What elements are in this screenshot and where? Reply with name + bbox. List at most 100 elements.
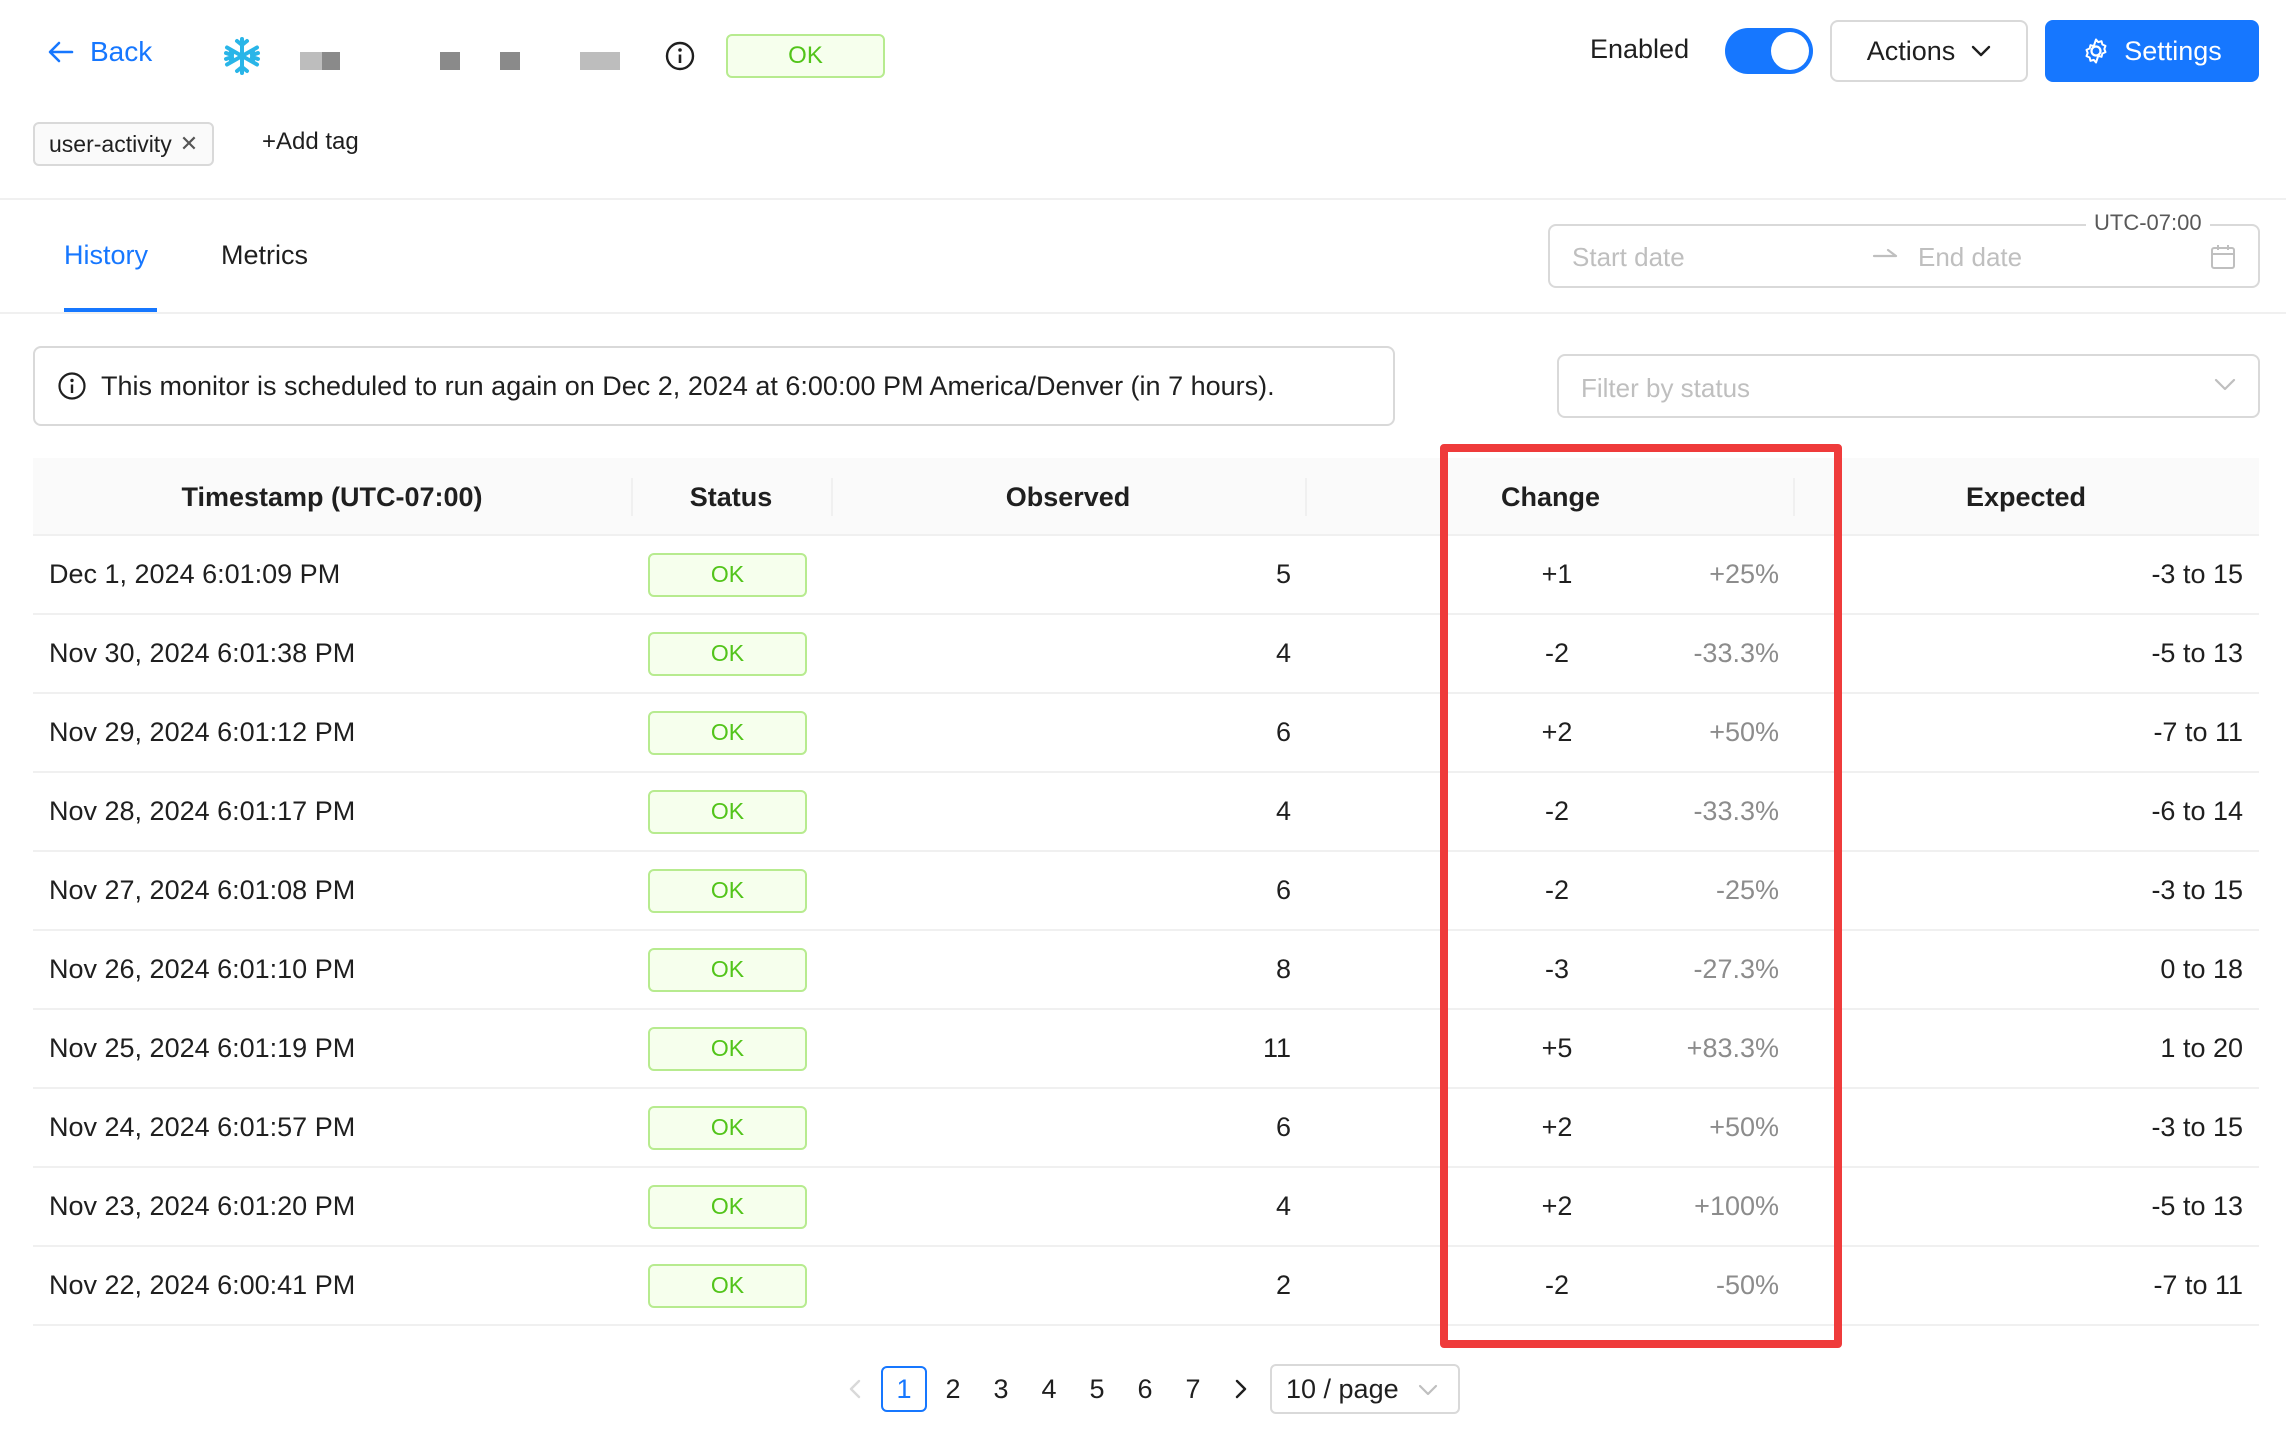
redacted-text bbox=[440, 52, 460, 70]
chevron-down-icon bbox=[1972, 45, 1991, 57]
tab-metrics[interactable]: Metrics bbox=[221, 240, 308, 271]
info-circle-icon bbox=[58, 372, 86, 400]
cell-status: OK bbox=[648, 615, 807, 692]
cell-change-percent: +50% bbox=[1709, 717, 1779, 747]
cell-change-percent: +50% bbox=[1709, 1112, 1779, 1142]
cell-timestamp: Nov 28, 2024 6:01:17 PM bbox=[49, 796, 356, 826]
cell-change-percent: -33.3% bbox=[1693, 638, 1779, 668]
cell-expected: 0 to 18 bbox=[2160, 954, 2243, 984]
cell-status: OK bbox=[648, 694, 807, 771]
cell-status: OK bbox=[648, 1168, 807, 1245]
tabs-divider bbox=[0, 312, 2286, 314]
status-badge: OK bbox=[648, 552, 807, 597]
filter-placeholder: Filter by status bbox=[1581, 373, 1751, 403]
status-filter-select[interactable]: Filter by status bbox=[1557, 354, 2260, 418]
tag-label: user-activity bbox=[49, 130, 172, 157]
cell-timestamp: Nov 26, 2024 6:01:10 PM bbox=[49, 954, 356, 984]
cell-expected: -3 to 15 bbox=[2151, 1112, 2243, 1142]
redacted-text bbox=[580, 52, 620, 70]
status-badge: OK bbox=[648, 631, 807, 676]
pagination-page[interactable]: 1 bbox=[881, 1366, 927, 1412]
pagination-page[interactable]: 7 bbox=[1180, 1366, 1206, 1412]
arrow-right-icon bbox=[1872, 248, 1898, 258]
redacted-text bbox=[322, 52, 340, 70]
pagination-next-icon[interactable] bbox=[1230, 1366, 1252, 1412]
cell-change-percent: +25% bbox=[1709, 559, 1779, 589]
cell-change: -2 bbox=[1544, 638, 1569, 668]
notice-text: This monitor is scheduled to run again o… bbox=[101, 370, 1275, 401]
settings-button[interactable]: Settings bbox=[2045, 20, 2259, 82]
pagination-prev-icon[interactable] bbox=[844, 1366, 866, 1412]
enabled-label: Enabled bbox=[1590, 34, 1690, 64]
cell-change-percent: -25% bbox=[1715, 875, 1779, 905]
table-row: Nov 30, 2024 6:01:38 PM OK 4 -2 -33.3% -… bbox=[33, 615, 2259, 694]
pagination-page[interactable]: 4 bbox=[1036, 1366, 1062, 1412]
cell-change: +2 bbox=[1541, 1112, 1573, 1142]
end-date-input[interactable]: End date bbox=[1918, 242, 2022, 273]
table-row: Nov 25, 2024 6:01:19 PM OK 11 +5 +83.3% … bbox=[33, 1010, 2259, 1089]
cell-status: OK bbox=[648, 1089, 807, 1166]
back-button[interactable]: Back bbox=[48, 36, 152, 68]
cell-status: OK bbox=[648, 1247, 807, 1324]
back-label: Back bbox=[90, 36, 153, 67]
tag-user-activity: user-activity ✕ bbox=[33, 122, 215, 166]
column-header-timestamp: Timestamp (UTC-07:00) bbox=[181, 481, 483, 512]
close-icon[interactable]: ✕ bbox=[180, 131, 198, 157]
cell-timestamp: Nov 24, 2024 6:01:57 PM bbox=[49, 1112, 356, 1142]
cell-change-percent: -50% bbox=[1715, 1270, 1779, 1300]
status-badge: OK bbox=[648, 1184, 807, 1229]
enabled-toggle[interactable] bbox=[1725, 28, 1813, 74]
column-header-status: Status bbox=[689, 481, 773, 512]
cell-status: OK bbox=[648, 1010, 807, 1087]
table-row: Nov 29, 2024 6:01:12 PM OK 6 +2 +50% -7 … bbox=[33, 694, 2259, 773]
cell-status: OK bbox=[648, 773, 807, 850]
pagination-page[interactable]: 3 bbox=[988, 1366, 1014, 1412]
history-table: Timestamp (UTC-07:00) Status Observed Ch… bbox=[33, 458, 2259, 1326]
table-row: Dec 1, 2024 6:01:09 PM OK 5 +1 +25% -3 t… bbox=[33, 536, 2259, 615]
add-tag-button[interactable]: +Add tag bbox=[262, 128, 359, 156]
cell-observed: 4 bbox=[1275, 1191, 1291, 1221]
table-row: Nov 23, 2024 6:01:20 PM OK 4 +2 +100% -5… bbox=[33, 1168, 2259, 1247]
cell-observed: 5 bbox=[1275, 559, 1291, 589]
cell-observed: 4 bbox=[1275, 638, 1291, 668]
pagination-page[interactable]: 6 bbox=[1132, 1366, 1158, 1412]
cell-change: +5 bbox=[1541, 1033, 1573, 1063]
status-badge: OK bbox=[648, 1105, 807, 1150]
cell-expected: -5 to 13 bbox=[2151, 1191, 2243, 1221]
arrow-left-icon bbox=[48, 41, 74, 63]
cell-observed: 2 bbox=[1275, 1270, 1291, 1300]
cell-expected: -3 to 15 bbox=[2151, 875, 2243, 905]
cell-expected: -3 to 15 bbox=[2151, 559, 2243, 589]
monitor-status-badge: OK bbox=[726, 34, 885, 78]
cell-observed: 4 bbox=[1275, 796, 1291, 826]
calendar-icon bbox=[2211, 245, 2235, 269]
pagination-page[interactable]: 2 bbox=[940, 1366, 966, 1412]
table-header: Timestamp (UTC-07:00) Status Observed Ch… bbox=[33, 458, 2259, 536]
cell-observed: 6 bbox=[1275, 1112, 1291, 1142]
column-divider bbox=[1305, 478, 1307, 516]
table-row: Nov 22, 2024 6:00:41 PM OK 2 -2 -50% -7 … bbox=[33, 1247, 2259, 1326]
cell-change-percent: +100% bbox=[1694, 1191, 1779, 1221]
pagination-page[interactable]: 5 bbox=[1084, 1366, 1110, 1412]
cell-timestamp: Nov 25, 2024 6:01:19 PM bbox=[49, 1033, 356, 1063]
page-size-select[interactable]: 10 / page bbox=[1270, 1364, 1460, 1414]
cell-observed: 11 bbox=[1262, 1033, 1291, 1063]
cell-change: +2 bbox=[1541, 1191, 1573, 1221]
cell-expected: -7 to 11 bbox=[2153, 717, 2243, 747]
status-badge: OK bbox=[648, 710, 807, 755]
status-badge: OK bbox=[648, 1026, 807, 1071]
cell-change: +1 bbox=[1541, 559, 1573, 589]
cell-change-percent: +83.3% bbox=[1686, 1033, 1779, 1063]
cell-change-percent: -27.3% bbox=[1693, 954, 1779, 984]
start-date-input[interactable]: Start date bbox=[1572, 242, 1685, 273]
cell-timestamp: Nov 27, 2024 6:01:08 PM bbox=[49, 875, 356, 905]
tab-history[interactable]: History bbox=[64, 240, 148, 271]
cell-change-percent: -33.3% bbox=[1693, 796, 1779, 826]
gear-icon bbox=[2085, 38, 2107, 64]
actions-dropdown-button[interactable]: Actions bbox=[1830, 20, 2028, 82]
info-icon[interactable] bbox=[664, 40, 696, 72]
cell-observed: 6 bbox=[1275, 717, 1291, 747]
table-row: Nov 27, 2024 6:01:08 PM OK 6 -2 -25% -3 … bbox=[33, 852, 2259, 931]
status-badge: OK bbox=[648, 947, 807, 992]
top-bar: Back OK Enabled Actions Settings bbox=[0, 0, 2286, 112]
